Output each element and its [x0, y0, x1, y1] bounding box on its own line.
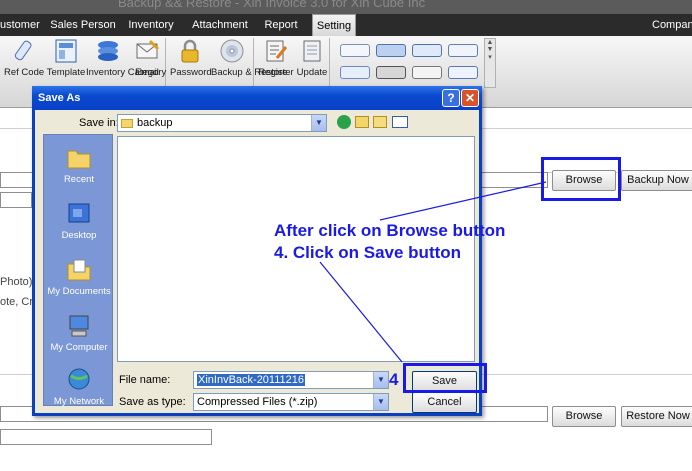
file-name-label: File name:: [119, 374, 171, 386]
save-as-type-label: Save as type:: [119, 396, 186, 408]
ref-code-label: Ref Code: [4, 67, 45, 78]
backup-option-field[interactable]: [0, 192, 32, 208]
desktop-icon: [68, 203, 90, 223]
recent-folder-icon: [67, 150, 91, 169]
email-button[interactable]: Email: [132, 38, 162, 78]
place-my-network[interactable]: My Network: [44, 367, 114, 407]
my-documents-icon: [67, 259, 91, 281]
update-icon: [303, 40, 321, 62]
places-bar: Recent Desktop My Documents My Computer …: [43, 134, 114, 407]
side-text: Photo): [0, 276, 33, 288]
ref-code-icon: [14, 40, 32, 61]
my-network-icon: [68, 368, 90, 390]
new-folder-icon[interactable]: [373, 116, 387, 128]
register-icon: [266, 40, 288, 62]
chevron-down-icon: ▼: [311, 115, 326, 131]
annotation-step-number: 4: [389, 370, 399, 389]
ref-code-button[interactable]: Ref Code: [4, 38, 44, 78]
save-in-combo[interactable]: backup ▼: [117, 114, 327, 132]
menu-customer[interactable]: ustomer: [0, 14, 40, 36]
view-menu-icon[interactable]: [392, 116, 408, 128]
annotation-line-2: 4. Click on Save button: [274, 243, 462, 262]
ribbon-gallery-scrollbar[interactable]: ▲ ▼ ▾: [484, 38, 496, 88]
backup-restore-button[interactable]: Backup & Restore: [211, 38, 288, 78]
annotation-line-1: After click on Browse button: [274, 221, 506, 240]
template-button[interactable]: Template: [46, 38, 86, 78]
browse-highlight-box: [541, 157, 621, 201]
menu-attachment[interactable]: Attachment: [190, 14, 250, 36]
save-as-type-value: Compressed Files (*.zip): [197, 396, 318, 408]
email-label: Email: [135, 67, 159, 78]
save-in-value: backup: [137, 117, 173, 129]
email-icon: [136, 39, 160, 59]
restore-now-button[interactable]: Restore Now: [621, 406, 692, 427]
style-swatch[interactable]: [376, 66, 406, 79]
inventory-category-icon: [98, 41, 118, 61]
up-folder-icon[interactable]: [355, 116, 369, 128]
menu-report[interactable]: Report: [262, 14, 300, 36]
menu-sales-person[interactable]: Sales Person: [50, 14, 116, 36]
cancel-button[interactable]: Cancel: [412, 392, 477, 413]
dialog-title: Save As: [38, 92, 81, 104]
inventory-category-button[interactable]: Inventory Category: [86, 38, 166, 78]
register-button[interactable]: Register: [258, 38, 294, 78]
save-in-label: Save in:: [79, 117, 119, 129]
folder-icon: [121, 118, 133, 128]
backup-now-button[interactable]: Backup Now: [621, 170, 692, 191]
menu-bar: ustomer Sales Person Inventory Attachmen…: [0, 14, 692, 36]
app-title-bar: Backup && Restore - Xin Invoice 3.0 for …: [0, 0, 692, 14]
disc-icon: [220, 39, 244, 63]
app-title: Backup && Restore - Xin Invoice 3.0 for …: [118, 0, 426, 10]
chevron-down-icon: ▼: [373, 372, 388, 388]
back-icon[interactable]: [337, 115, 351, 129]
style-swatch[interactable]: [412, 44, 442, 57]
password-button[interactable]: Password: [170, 38, 212, 78]
place-recent[interactable]: Recent: [44, 145, 114, 185]
file-name-value: XinInvBack-20111216: [197, 374, 305, 386]
menu-setting[interactable]: Setting: [312, 14, 356, 36]
style-swatch[interactable]: [376, 44, 406, 57]
place-my-documents[interactable]: My Documents: [44, 257, 114, 297]
register-label: Register: [258, 67, 294, 78]
file-name-input[interactable]: XinInvBack-20111216 ▼: [193, 371, 389, 389]
chevron-down-icon: ▼: [373, 394, 388, 410]
style-swatch[interactable]: [340, 66, 370, 79]
close-button[interactable]: ✕: [461, 89, 479, 107]
style-swatch[interactable]: [340, 44, 370, 57]
place-my-computer[interactable]: My Computer: [44, 313, 114, 353]
update-label: Update: [296, 67, 328, 78]
style-swatch[interactable]: [448, 66, 478, 79]
dialog-title-bar: Save As ? ✕: [32, 86, 482, 110]
password-label: Password: [170, 67, 212, 78]
template-label: Template: [46, 67, 86, 78]
save-highlight-box: [403, 363, 487, 393]
style-swatch[interactable]: [448, 44, 478, 57]
restore-option-field[interactable]: [0, 429, 212, 445]
browse-restore-button[interactable]: Browse: [552, 406, 616, 427]
menu-inventory[interactable]: Inventory: [126, 14, 176, 36]
lock-icon: [181, 39, 199, 63]
update-button[interactable]: Update: [294, 38, 330, 78]
help-button[interactable]: ?: [442, 89, 460, 107]
my-computer-icon: [69, 315, 89, 337]
menu-company[interactable]: Company: [652, 14, 692, 36]
template-icon: [55, 39, 77, 63]
save-as-type-select[interactable]: Compressed Files (*.zip) ▼: [193, 393, 389, 411]
place-desktop[interactable]: Desktop: [44, 201, 114, 241]
style-swatch[interactable]: [412, 66, 442, 79]
